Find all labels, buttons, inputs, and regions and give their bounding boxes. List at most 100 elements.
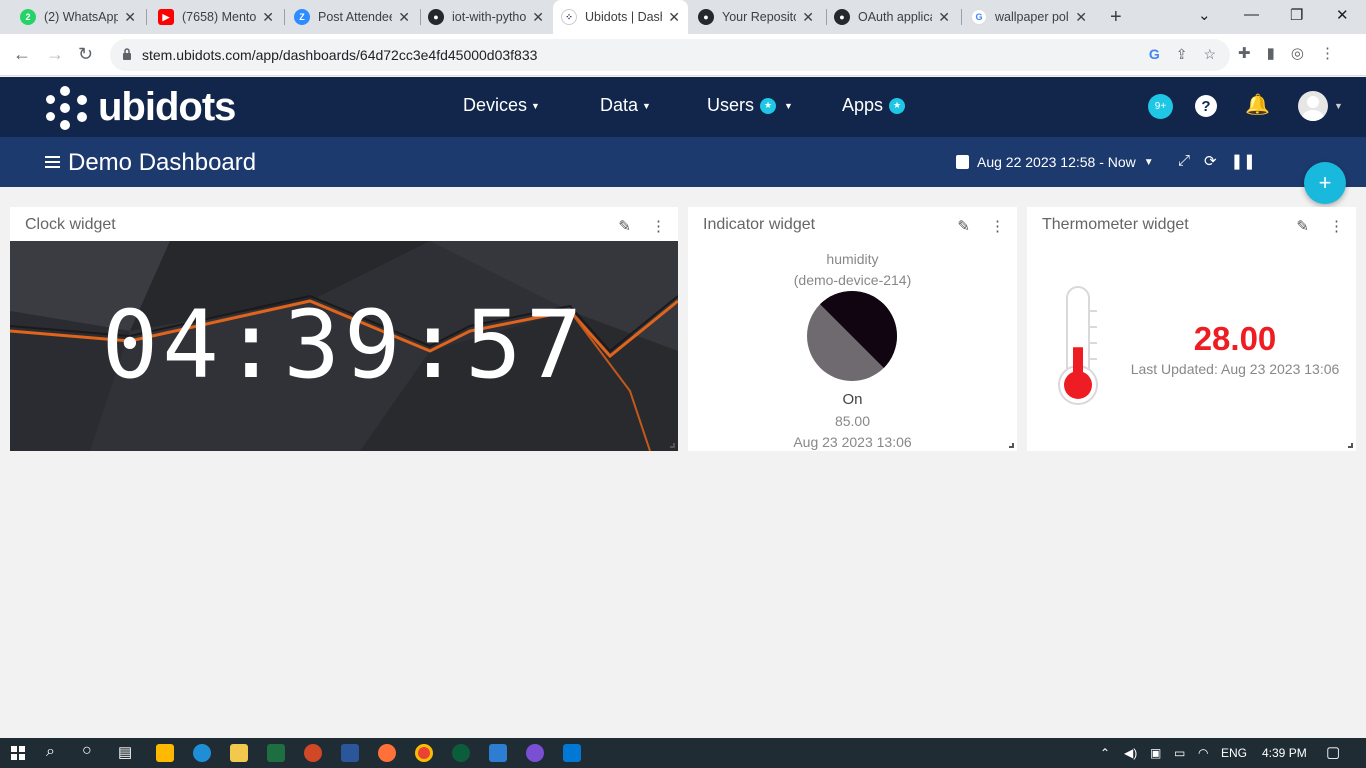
word-icon[interactable]: [341, 744, 359, 762]
github-icon: ●: [834, 9, 850, 25]
thermometer-value: 28.00: [1193, 320, 1277, 357]
notifications-count-badge[interactable]: 9+: [1148, 94, 1173, 119]
menu-devices[interactable]: Devices ▼: [463, 95, 540, 116]
date-range-picker[interactable]: Aug 22 2023 12:58 - Now ▼: [956, 154, 1154, 170]
tab-search-icon[interactable]: ⌄: [1198, 6, 1211, 24]
dashboard-bar: Demo Dashboard Aug 22 2023 12:58 - Now ▼…: [0, 137, 1366, 187]
tab-whatsapp[interactable]: 2 (2) WhatsApp ✕: [12, 0, 144, 34]
avatar[interactable]: [1298, 91, 1328, 121]
tab-wallpaper[interactable]: G wallpaper pol ✕: [963, 0, 1095, 34]
close-tab-icon[interactable]: ✕: [668, 9, 680, 26]
app-icon[interactable]: [489, 744, 507, 762]
forward-icon[interactable]: →: [46, 44, 64, 65]
caret-down-icon[interactable]: ▼: [1334, 101, 1343, 111]
widget-title: Clock widget: [25, 216, 116, 233]
pause-icon[interactable]: ❚❚: [1231, 152, 1256, 170]
browser-tab-strip: 2 (2) WhatsApp ✕ ▶ (7658) Mentor ✕ Z Pos…: [0, 0, 1366, 34]
powerpoint-icon[interactable]: [304, 744, 322, 762]
bookmark-star-icon[interactable]: ☆: [1203, 46, 1216, 63]
edit-pencil-icon[interactable]: ✎: [957, 217, 970, 235]
task-view-icon[interactable]: ▤: [118, 743, 132, 761]
chrome-menu-icon[interactable]: ⋮: [1320, 44, 1335, 62]
caret-down-icon: ▼: [1143, 156, 1154, 168]
minimize-icon[interactable]: —: [1244, 6, 1259, 23]
tab-title: wallpaper pol: [995, 10, 1069, 24]
ubidots-logo[interactable]: ubidots: [46, 85, 236, 130]
indicator-widget: Indicator widget ✎ ⋮ humidity (demo-devi…: [688, 207, 1017, 451]
close-tab-icon[interactable]: ✕: [802, 9, 814, 26]
resize-handle[interactable]: [1348, 443, 1353, 448]
share-icon[interactable]: ⇪: [1176, 46, 1188, 63]
store-icon[interactable]: [156, 744, 174, 762]
tray-chevron-icon[interactable]: ⌃: [1100, 746, 1110, 760]
profile-icon[interactable]: ◎: [1291, 44, 1304, 62]
language-indicator[interactable]: ENG: [1221, 746, 1247, 760]
more-options-icon[interactable]: ⋮: [1329, 217, 1344, 235]
close-tab-icon[interactable]: ✕: [124, 9, 136, 26]
close-tab-icon[interactable]: ✕: [262, 9, 274, 26]
help-icon[interactable]: ?: [1195, 95, 1217, 117]
wifi-icon[interactable]: ◠: [1198, 746, 1208, 760]
notifications-icon[interactable]: ▢: [1326, 743, 1340, 761]
tab-zoom[interactable]: Z Post Attendee ✕: [286, 0, 418, 34]
chrome-icon[interactable]: [415, 744, 433, 762]
edit-pencil-icon[interactable]: ✎: [618, 217, 631, 235]
menu-data[interactable]: Data ▼: [600, 95, 651, 116]
vscode-icon[interactable]: [563, 744, 581, 762]
windows-start-icon[interactable]: [11, 746, 25, 760]
menu-users[interactable]: Users ★ ▼: [707, 95, 793, 116]
omnibox-actions: G ⇪ ☆: [1149, 46, 1216, 63]
close-tab-icon[interactable]: ✕: [398, 9, 410, 26]
edit-pencil-icon[interactable]: ✎: [1296, 217, 1309, 235]
google-lens-icon[interactable]: G: [1149, 46, 1160, 63]
address-bar[interactable]: stem.ubidots.com/app/dashboards/64d72cc3…: [110, 39, 1230, 71]
tab-oauth-applications[interactable]: ● OAuth applications ✕: [826, 0, 958, 34]
refresh-icon[interactable]: ⟳: [1204, 152, 1217, 170]
extensions-puzzle-icon[interactable]: ✚: [1238, 44, 1251, 62]
cortana-icon[interactable]: ○: [82, 742, 92, 760]
clock-time-taskbar[interactable]: 4:39 PM: [1262, 746, 1307, 760]
volume-icon[interactable]: ◀): [1124, 746, 1137, 760]
caret-down-icon: ▼: [531, 100, 540, 111]
new-tab-icon[interactable]: +: [1110, 6, 1122, 29]
google-icon: G: [971, 9, 987, 25]
meet-now-icon[interactable]: ▣: [1150, 746, 1161, 760]
add-widget-button[interactable]: +: [1304, 162, 1346, 204]
tab-ubidots[interactable]: ⁘ Ubidots | Dash ✕: [553, 0, 688, 34]
side-panel-icon[interactable]: ▮: [1267, 44, 1275, 62]
back-icon[interactable]: ←: [13, 44, 31, 65]
excel-icon[interactable]: [267, 744, 285, 762]
menu-apps[interactable]: Apps ★: [842, 95, 906, 116]
hamburger-menu-icon[interactable]: [45, 156, 60, 171]
app-icon[interactable]: [452, 744, 470, 762]
close-tab-icon[interactable]: ✕: [532, 9, 544, 26]
widget-title: Indicator widget: [703, 216, 816, 233]
search-icon[interactable]: ⌕: [46, 743, 55, 761]
fullscreen-icon[interactable]: ⤢: [1178, 152, 1190, 170]
zoom-icon: Z: [294, 9, 310, 25]
tab-iot-with-python[interactable]: ● iot-with-python ✕: [420, 0, 552, 34]
bell-icon[interactable]: 🔔: [1245, 92, 1270, 117]
menu-label: Users: [707, 95, 755, 115]
edge-icon[interactable]: [193, 744, 211, 762]
tab-youtube[interactable]: ▶ (7658) Mentor ✕: [150, 0, 282, 34]
caret-down-icon: ▼: [784, 100, 793, 111]
close-tab-icon[interactable]: ✕: [1075, 9, 1087, 26]
close-tab-icon[interactable]: ✕: [938, 9, 950, 26]
close-window-icon[interactable]: ✕: [1336, 6, 1349, 24]
reload-icon[interactable]: ↻: [78, 44, 93, 65]
tab-title: Ubidots | Dash: [585, 10, 663, 24]
tab-title: (2) WhatsApp: [44, 10, 119, 24]
file-explorer-icon[interactable]: [230, 744, 248, 762]
more-options-icon[interactable]: ⋮: [990, 217, 1005, 235]
resize-handle[interactable]: [1009, 443, 1014, 448]
firefox-icon[interactable]: [378, 744, 396, 762]
resize-handle[interactable]: [670, 443, 675, 448]
dashboard-title: Demo Dashboard: [68, 149, 257, 176]
restore-icon[interactable]: ❐: [1290, 6, 1303, 24]
github-desktop-icon[interactable]: [526, 744, 544, 762]
battery-icon[interactable]: ▭: [1174, 746, 1185, 760]
url-text: stem.ubidots.com/app/dashboards/64d72cc3…: [142, 47, 538, 63]
tab-your-repositories[interactable]: ● Your Repositories ✕: [690, 0, 822, 34]
more-options-icon[interactable]: ⋮: [651, 217, 666, 235]
